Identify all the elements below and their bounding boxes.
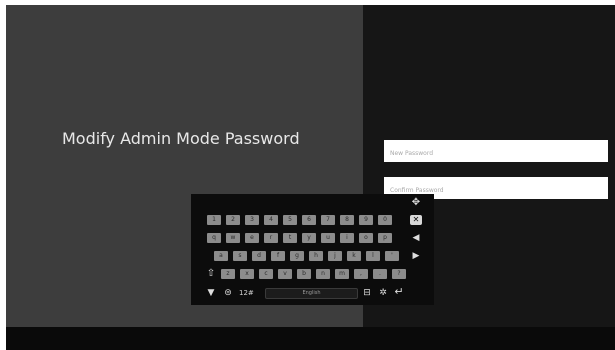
- hide-keyboard-icon[interactable]: ▼: [205, 288, 217, 298]
- key[interactable]: t: [283, 233, 297, 243]
- enter-icon[interactable]: ↵: [393, 286, 405, 297]
- key[interactable]: s: [233, 251, 247, 261]
- clipboard-icon[interactable]: ⊟: [361, 288, 373, 298]
- key[interactable]: ,: [354, 269, 368, 279]
- key[interactable]: g: [290, 251, 304, 261]
- page-title: Modify Admin Mode Password: [62, 129, 300, 148]
- space-bar[interactable]: English: [265, 288, 358, 299]
- settings-gear-icon[interactable]: ✲: [377, 288, 389, 298]
- symbols-key[interactable]: 12#: [239, 288, 254, 298]
- key[interactable]: v: [278, 269, 292, 279]
- key[interactable]: 2: [226, 215, 240, 225]
- on-screen-keyboard: ✥ 1 2 3 4 5 6 7 8 9 0 ✕ q w e r t y u i …: [191, 194, 434, 305]
- key[interactable]: 1: [207, 215, 221, 225]
- key[interactable]: r: [264, 233, 278, 243]
- key[interactable]: l: [366, 251, 380, 261]
- key[interactable]: 5: [283, 215, 297, 225]
- backspace-icon[interactable]: ✕: [410, 215, 422, 225]
- key[interactable]: e: [245, 233, 259, 243]
- key[interactable]: i: [340, 233, 354, 243]
- bottom-bar: [6, 327, 615, 350]
- key[interactable]: m: [335, 269, 349, 279]
- key[interactable]: 3: [245, 215, 259, 225]
- globe-icon[interactable]: ⊜: [221, 288, 235, 298]
- key[interactable]: h: [309, 251, 323, 261]
- key[interactable]: 6: [302, 215, 316, 225]
- key[interactable]: 7: [321, 215, 335, 225]
- key[interactable]: .: [373, 269, 387, 279]
- key[interactable]: u: [321, 233, 335, 243]
- key[interactable]: x: [240, 269, 254, 279]
- key[interactable]: b: [297, 269, 311, 279]
- key[interactable]: z: [221, 269, 235, 279]
- shift-icon[interactable]: ⇧: [205, 269, 217, 279]
- key[interactable]: 8: [340, 215, 354, 225]
- key[interactable]: n: [316, 269, 330, 279]
- key[interactable]: c: [259, 269, 273, 279]
- key[interactable]: 0: [378, 215, 392, 225]
- key[interactable]: k: [347, 251, 361, 261]
- new-password-field-box: [384, 140, 608, 165]
- key[interactable]: o: [359, 233, 373, 243]
- key[interactable]: j: [328, 251, 342, 261]
- key[interactable]: ?: [392, 269, 406, 279]
- key[interactable]: f: [271, 251, 285, 261]
- key[interactable]: w: [226, 233, 240, 243]
- cursor-right-icon[interactable]: ▶: [410, 251, 422, 261]
- key[interactable]: y: [302, 233, 316, 243]
- screen: Modify Admin Mode Password ✥ 1 2 3 4 5 6…: [6, 5, 615, 350]
- key[interactable]: p: [378, 233, 392, 243]
- key[interactable]: ': [385, 251, 399, 261]
- key[interactable]: 4: [264, 215, 278, 225]
- new-password-field[interactable]: [390, 142, 602, 165]
- move-handle-icon[interactable]: ✥: [410, 198, 422, 210]
- key[interactable]: a: [214, 251, 228, 261]
- key[interactable]: 9: [359, 215, 373, 225]
- key[interactable]: d: [252, 251, 266, 261]
- cursor-left-icon[interactable]: ◀: [410, 233, 422, 243]
- key[interactable]: q: [207, 233, 221, 243]
